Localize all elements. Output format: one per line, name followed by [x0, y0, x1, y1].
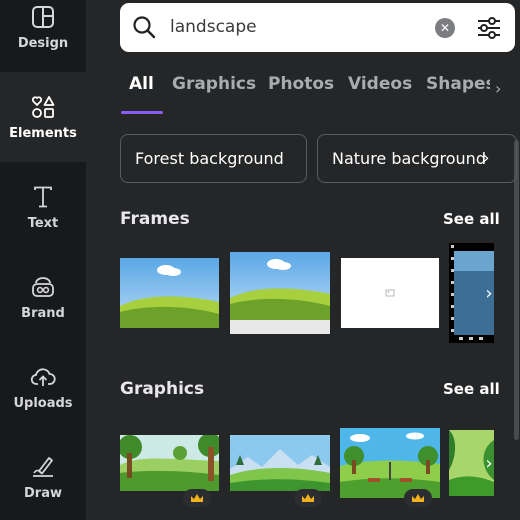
premium-badge	[294, 489, 322, 507]
forest-landscape-image	[120, 435, 219, 491]
suggestion-chip-label: Forest background	[135, 149, 284, 168]
brand-icon	[32, 276, 54, 297]
search-bar: ✕	[120, 3, 515, 52]
frame-thumbnail[interactable]	[341, 258, 439, 328]
sidebar-item-draw[interactable]: Draw	[0, 432, 86, 520]
sidebar-item-elements[interactable]: Elements	[0, 72, 86, 162]
sidebar-item-label: Draw	[24, 485, 62, 501]
text-icon	[34, 186, 52, 207]
chevron-right-icon[interactable]: ›	[477, 451, 501, 475]
category-tabs: All Graphics Photos Videos Shapes	[120, 74, 500, 114]
sidebar-item-label: Elements	[9, 125, 77, 141]
image-placeholder-icon	[385, 289, 395, 297]
premium-badge	[183, 489, 211, 507]
chevron-right-icon[interactable]: ›	[495, 79, 501, 98]
sidebar-item-design[interactable]: Design	[0, 0, 86, 72]
crown-icon	[191, 493, 203, 502]
suggestion-chip-label: Nature background	[332, 149, 486, 168]
scrollbar[interactable]	[514, 140, 519, 440]
sidebar-item-label: Design	[17, 35, 69, 51]
search-input[interactable]	[170, 13, 420, 41]
filter-sliders-icon[interactable]	[476, 15, 502, 41]
frame-thumbnail[interactable]	[230, 252, 330, 334]
sidebar-item-label: Uploads	[13, 395, 73, 411]
see-all-graphics-button[interactable]: See all	[443, 380, 500, 398]
sidebar-item-label: Text	[27, 215, 59, 231]
active-tab-indicator	[121, 111, 163, 114]
tab-all[interactable]: All	[129, 74, 154, 94]
layout-icon	[32, 5, 54, 28]
graphic-thumbnail[interactable]	[340, 428, 440, 498]
frame-thumbnail[interactable]	[120, 258, 219, 328]
section-title-graphics: Graphics	[120, 379, 205, 399]
sidebar-item-text[interactable]: Text	[0, 162, 86, 252]
close-icon: ✕	[439, 21, 451, 35]
chevron-right-icon[interactable]: ›	[477, 281, 501, 305]
see-all-frames-button[interactable]: See all	[443, 210, 500, 228]
tab-shapes[interactable]: Shapes	[426, 74, 490, 94]
sidebar-item-label: Brand	[21, 305, 65, 321]
landscape-frame-image	[230, 252, 330, 334]
graphic-thumbnail[interactable]	[120, 435, 219, 491]
sidebar-item-brand[interactable]: Brand	[0, 252, 86, 342]
tab-graphics[interactable]: Graphics	[172, 74, 256, 94]
chevron-right-icon[interactable]: ›	[483, 148, 489, 167]
graphic-thumbnail[interactable]	[230, 435, 330, 491]
tab-videos[interactable]: Videos	[348, 74, 412, 94]
premium-badge	[404, 489, 432, 507]
search-icon	[133, 16, 156, 39]
elements-panel: Design Elements Text Brand Uploads Draw …	[0, 0, 520, 520]
park-landscape-image	[340, 428, 440, 498]
tab-photos[interactable]: Photos	[268, 74, 334, 94]
crown-icon	[302, 493, 314, 502]
section-title-frames: Frames	[120, 209, 190, 229]
cloud-upload-icon	[30, 367, 56, 386]
sidebar: Design Elements Text Brand Uploads Draw	[0, 0, 86, 520]
clear-search-button[interactable]: ✕	[435, 18, 455, 38]
crown-icon	[412, 493, 424, 502]
sidebar-item-uploads[interactable]: Uploads	[0, 342, 86, 432]
shapes-icon	[31, 95, 55, 118]
suggestion-chip[interactable]: Forest background	[120, 134, 307, 183]
pen-icon	[33, 456, 53, 477]
landscape-frame-image	[120, 258, 219, 328]
mountain-landscape-image	[230, 435, 330, 491]
